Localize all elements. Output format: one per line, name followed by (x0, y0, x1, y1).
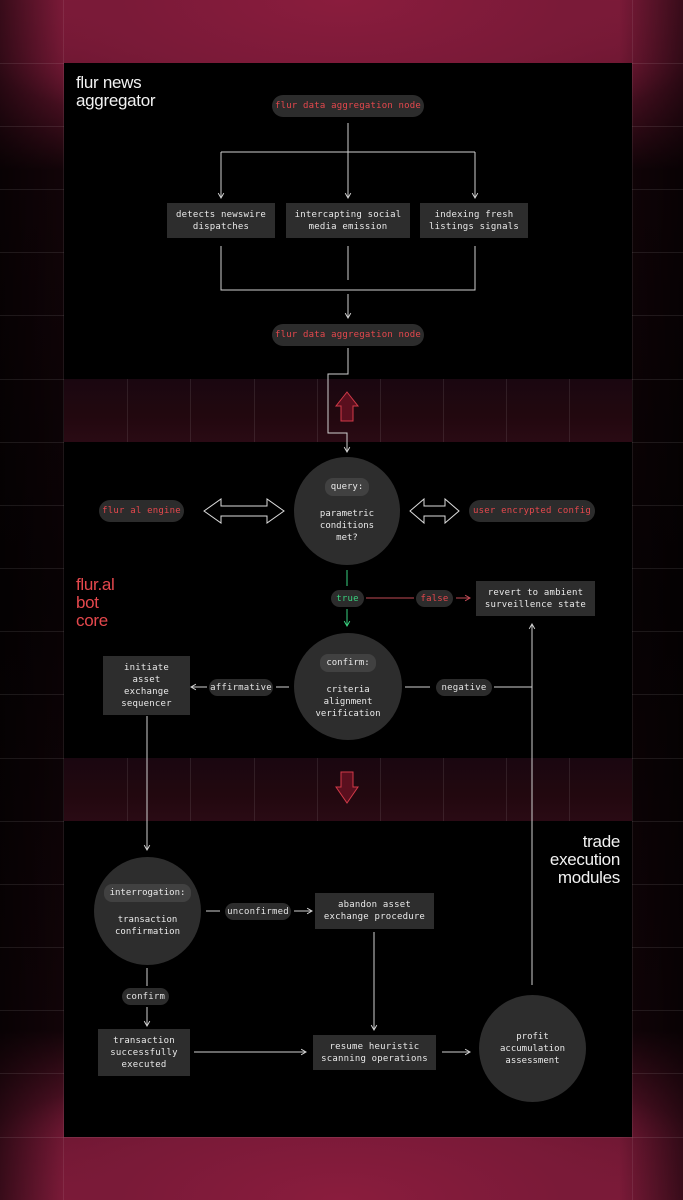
decision-interrogation[interactable]: interrogation: transaction confirmation (94, 857, 201, 965)
interrogation-tag: interrogation: (103, 884, 192, 902)
label-false: false (416, 590, 453, 607)
node-bottom-aggregation[interactable]: flur data aggregation node (272, 324, 424, 346)
node-top-aggregation[interactable]: flur data aggregation node (272, 95, 424, 117)
box-revert-surveillance[interactable]: revert to ambient surveillence state (476, 581, 595, 616)
section-title-news-aggregator: flur news aggregator (76, 73, 156, 110)
box-abandon-procedure[interactable]: abandon asset exchange procedure (315, 893, 434, 929)
transition-band-1 (64, 379, 632, 442)
label-negative: negative (436, 679, 492, 696)
confirm-text: criteria alignment verification (315, 684, 381, 719)
section-title-trade-execution: trade execution modules (549, 832, 620, 887)
label-true: true (331, 590, 364, 607)
source-social-media[interactable]: intercapting social media emission (286, 203, 410, 238)
label-affirmative: affirmative (209, 679, 273, 696)
box-initiate-sequencer[interactable]: initiate asset exchange sequencer (103, 656, 190, 715)
query-tag: query: (324, 478, 370, 496)
label-confirm: confirm (122, 988, 169, 1005)
interrogation-text: transaction confirmation (114, 915, 181, 937)
decision-query[interactable]: query: parametric conditions met? (294, 457, 400, 565)
profit-text: profit accumulation assessment (499, 1031, 566, 1066)
confirm-tag: confirm: (320, 653, 376, 672)
section-title-bot-core: flur.al bot core (76, 575, 115, 630)
decision-confirm[interactable]: confirm: criteria alignment verification (294, 633, 402, 740)
query-text: parametric conditions met? (319, 509, 375, 543)
box-resume-scanning[interactable]: resume heuristic scanning operations (313, 1035, 436, 1070)
node-profit-assessment[interactable]: profit accumulation assessment (479, 995, 586, 1102)
node-user-encrypted-config[interactable]: user encrypted config (469, 500, 595, 522)
node-flur-ai-engine[interactable]: flur al engine (99, 500, 184, 522)
label-unconfirmed: unconfirmed (225, 903, 291, 920)
background-vignette-left (0, 0, 64, 1200)
box-transaction-success[interactable]: transaction successfully executed (98, 1029, 190, 1076)
source-newswire[interactable]: detects newswire dispatches (167, 203, 275, 238)
source-listings[interactable]: indexing fresh listings signals (420, 203, 528, 238)
transition-band-2 (64, 758, 632, 821)
